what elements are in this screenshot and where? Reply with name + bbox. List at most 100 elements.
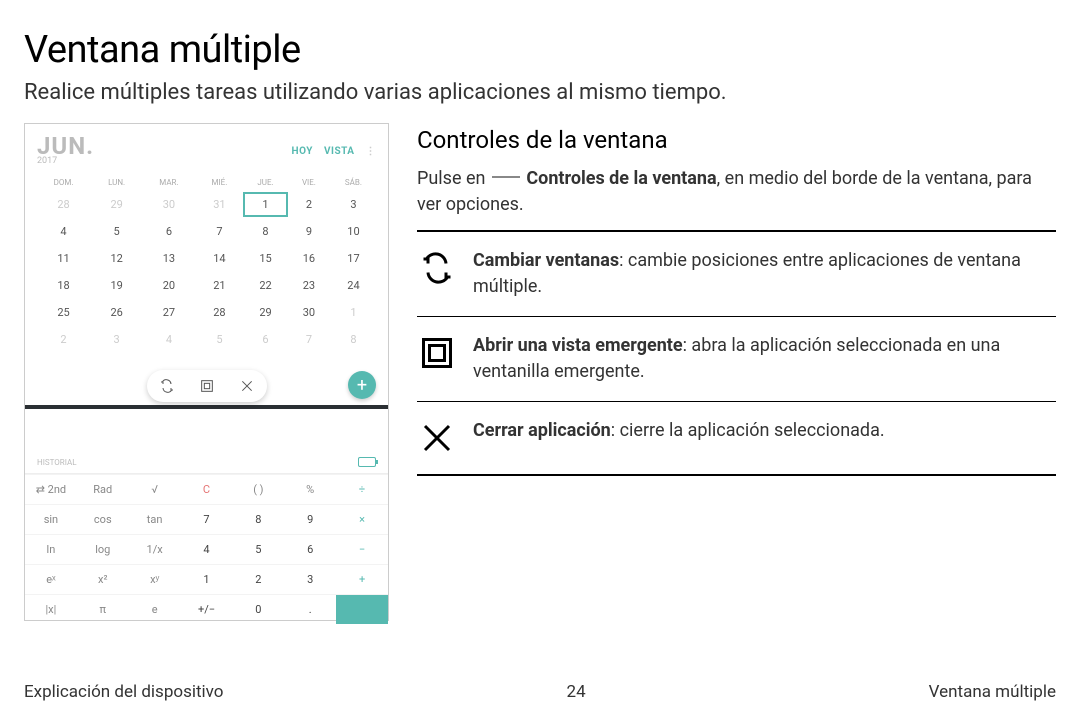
calc-key: C [181,474,233,504]
calendar-cell: 31 [197,191,242,218]
calendar-cell: 13 [141,245,196,272]
calc-key: % [284,474,336,504]
calendar-dow: LUN. [92,174,141,191]
calculator-keypad: ⇄ 2ndRad√C( )%÷sincostan789×lnlog1/x456−… [25,474,388,624]
calc-key: 2 [232,564,284,594]
calendar-cell: 14 [197,245,242,272]
control-label: Cerrar aplicación [473,420,611,441]
separator [417,474,1056,476]
close-icon [239,378,255,394]
calendar-cell: 27 [141,299,196,326]
page-title: Ventana múltiple [24,28,1056,72]
calc-key: ÷ [336,474,388,504]
calendar-cell: 4 [35,218,92,245]
calendar-tab-today: HOY [292,146,313,157]
calc-key: |x| [25,594,77,624]
calendar-tab-view: VISTA [324,146,355,157]
calc-key: − [336,534,388,564]
control-label: Abrir una vista emergente [473,335,683,356]
calendar-cell: 8 [329,326,378,353]
calendar-cell: 5 [92,218,141,245]
calc-key: 5 [232,534,284,564]
section-intro: Pulse en Controles de la ventana, en med… [417,166,1056,218]
calendar-cell: 18 [35,272,92,299]
calendar-dow: JUE. [242,174,289,191]
footer-left: Explicación del dispositivo [24,682,223,702]
calendar-cell: 30 [141,191,196,218]
calendar-cell: 16 [289,245,329,272]
calc-key: log [77,534,129,564]
control-item-popup: Abrir una vista emergente: abra la aplic… [417,323,1056,395]
calc-key: 0 [232,594,284,624]
calendar-cell: 29 [92,191,141,218]
calc-key: = [336,594,388,624]
calc-key: 4 [181,534,233,564]
calendar-cell: 25 [35,299,92,326]
calc-key: 3 [284,564,336,594]
calendar-cell: 21 [197,272,242,299]
calendar-cell: 22 [242,272,289,299]
calc-key: sin [25,504,77,534]
calc-key: 6 [284,534,336,564]
calendar-cell: 28 [197,299,242,326]
calendar-cell: 20 [141,272,196,299]
calendar-cell: 7 [289,326,329,353]
swap-icon [417,248,457,288]
footer-page-number: 24 [567,682,586,702]
calc-key: π [77,594,129,624]
calc-key: ⇄ 2nd [25,474,77,504]
calc-key: 8 [232,504,284,534]
calendar-cell: 1 [242,191,289,218]
calendar-dow: SÁB. [329,174,378,191]
calendar-cell: 15 [242,245,289,272]
separator [417,230,1056,232]
popup-icon [199,378,215,394]
calendar-cell: 30 [289,299,329,326]
calc-key: 1/x [129,534,181,564]
calendar-cell: 5 [197,326,242,353]
swap-icon [159,378,175,394]
calculator-history-label: HISTORIAL [37,458,77,467]
phone-screenshot: JUN. 2017 HOY VISTA ⋮ DOM.LUN.MAR.MIÉ.JU… [24,123,389,621]
calendar-cell: 4 [141,326,196,353]
add-event-fab: + [348,371,376,399]
calendar-dow: DOM. [35,174,92,191]
section-title: Controles de la ventana [417,123,1056,158]
calendar-tabs: HOY VISTA ⋮ [284,146,376,157]
popup-icon [417,333,457,373]
calc-key: Rad [77,474,129,504]
calendar-cell: 3 [329,191,378,218]
calendar-cell: 2 [35,326,92,353]
calendar-cell: 2 [289,191,329,218]
calendar-dow: MIÉ. [197,174,242,191]
close-icon [417,418,457,458]
calendar-cell: 29 [242,299,289,326]
calc-key: x² [77,564,129,594]
calendar-dow: VIE. [289,174,329,191]
calendar-dow: MAR. [141,174,196,191]
calc-key: cos [77,504,129,534]
calendar-cell: 1 [329,299,378,326]
calc-key: ln [25,534,77,564]
calendar-cell: 9 [289,218,329,245]
control-item-close: Cerrar aplicación: cierre la aplicación … [417,408,1056,468]
window-controls-pill [147,370,267,402]
calc-key: × [336,504,388,534]
calendar-cell: 17 [329,245,378,272]
calc-key: 7 [181,504,233,534]
calendar-cell: 6 [242,326,289,353]
calendar-cell: 10 [329,218,378,245]
calendar-cell: 24 [329,272,378,299]
calendar-cell: 12 [92,245,141,272]
calendar-cell: 6 [141,218,196,245]
calc-key: xʸ [129,564,181,594]
calc-key: tan [129,504,181,534]
footer-right: Ventana múltiple [929,682,1056,702]
control-item-swap: Cambiar ventanas: cambie posiciones entr… [417,238,1056,310]
battery-icon [358,457,376,467]
calc-key: √ [129,474,181,504]
calendar-cell: 3 [92,326,141,353]
calendar-cell: 28 [35,191,92,218]
page-footer: Explicación del dispositivo 24 Ventana m… [24,682,1056,702]
page-subtitle: Realice múltiples tareas utilizando vari… [24,80,1056,105]
